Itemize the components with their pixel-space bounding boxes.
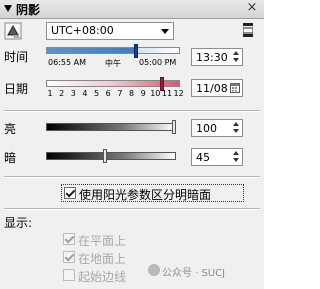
date-month-tick: 6	[105, 89, 111, 98]
collapse-triangle-icon[interactable]	[4, 5, 12, 12]
date-month-tick: 1	[47, 89, 53, 98]
date-month-tick: 8	[128, 89, 135, 98]
dark-slider[interactable]	[46, 152, 176, 160]
time-slider-thumb[interactable]	[133, 44, 138, 58]
light-input[interactable]: 100	[191, 119, 243, 137]
time-value: 13:30	[196, 51, 228, 64]
details-toggle-icon[interactable]	[243, 23, 253, 37]
time-tick-noon: 中午	[105, 59, 121, 68]
timezone-value: UTC+08:00	[51, 24, 114, 37]
light-slider-thumb[interactable]	[172, 120, 176, 134]
close-icon[interactable]: ×	[246, 1, 258, 14]
dark-input[interactable]: 45	[191, 148, 243, 166]
time-spinner-icon[interactable]	[231, 50, 241, 64]
watermark: 公众号 · SUCJ	[162, 268, 226, 279]
shadow-toggle-icon[interactable]	[4, 22, 22, 40]
use-sun-checkbox[interactable]	[64, 187, 76, 199]
separator	[4, 208, 260, 210]
on-ground-checkbox[interactable]	[63, 251, 75, 263]
panel-titlebar[interactable]: 阴影 ×	[0, 0, 264, 19]
wechat-icon	[148, 264, 160, 276]
date-label: 日期	[4, 82, 29, 96]
dark-spinner-icon[interactable]	[231, 150, 241, 164]
light-value: 100	[196, 122, 217, 135]
dark-label: 暗	[4, 151, 17, 165]
date-value: 11/08	[196, 82, 228, 95]
date-month-tick: 12	[173, 89, 184, 98]
light-label: 亮	[4, 122, 17, 136]
date-month-tick: 10	[150, 89, 161, 98]
date-month-tick: 2	[59, 89, 65, 98]
display-label: 显示:	[4, 216, 33, 230]
shadow-panel: 阴影 × UTC+08:00 时间 06:55 AM 中午 05:00 PM 1…	[0, 0, 264, 289]
light-spinner-icon[interactable]	[231, 121, 241, 135]
time-label: 时间	[4, 50, 29, 64]
time-slider-fill	[47, 48, 137, 53]
from-edges-label[interactable]: 起始边线	[78, 268, 126, 285]
timezone-row: UTC+08:00	[0, 20, 264, 44]
separator	[4, 110, 260, 112]
chevron-down-icon	[161, 29, 169, 34]
separator	[4, 176, 260, 178]
date-month-tick: 4	[82, 89, 88, 98]
on-faces-checkbox[interactable]	[63, 233, 75, 245]
on-ground-label[interactable]: 在地面上	[78, 250, 126, 267]
from-edges-checkbox[interactable]	[63, 269, 75, 281]
date-month-tick: 11	[161, 89, 173, 98]
panel-title: 阴影	[16, 3, 41, 17]
date-month-tick: 7	[117, 89, 123, 98]
on-faces-label[interactable]: 在平面上	[78, 232, 126, 249]
time-input[interactable]: 13:30	[191, 48, 243, 66]
light-slider[interactable]	[46, 123, 176, 131]
date-input[interactable]: 11/08	[191, 79, 243, 97]
dark-slider-thumb[interactable]	[102, 149, 107, 163]
time-tick-end: 05:00 PM	[139, 58, 177, 67]
timezone-select[interactable]: UTC+08:00	[46, 22, 174, 40]
calendar-icon[interactable]	[230, 83, 240, 93]
time-tick-start: 06:55 AM	[48, 58, 86, 67]
time-slider[interactable]	[46, 47, 180, 54]
date-month-tick: 9	[140, 89, 146, 98]
date-month-tick: 3	[70, 89, 76, 98]
date-month-tick: 5	[94, 89, 100, 98]
use-sun-label[interactable]: 使用阳光参数区分明暗面	[79, 186, 211, 203]
dark-value: 45	[196, 151, 210, 164]
